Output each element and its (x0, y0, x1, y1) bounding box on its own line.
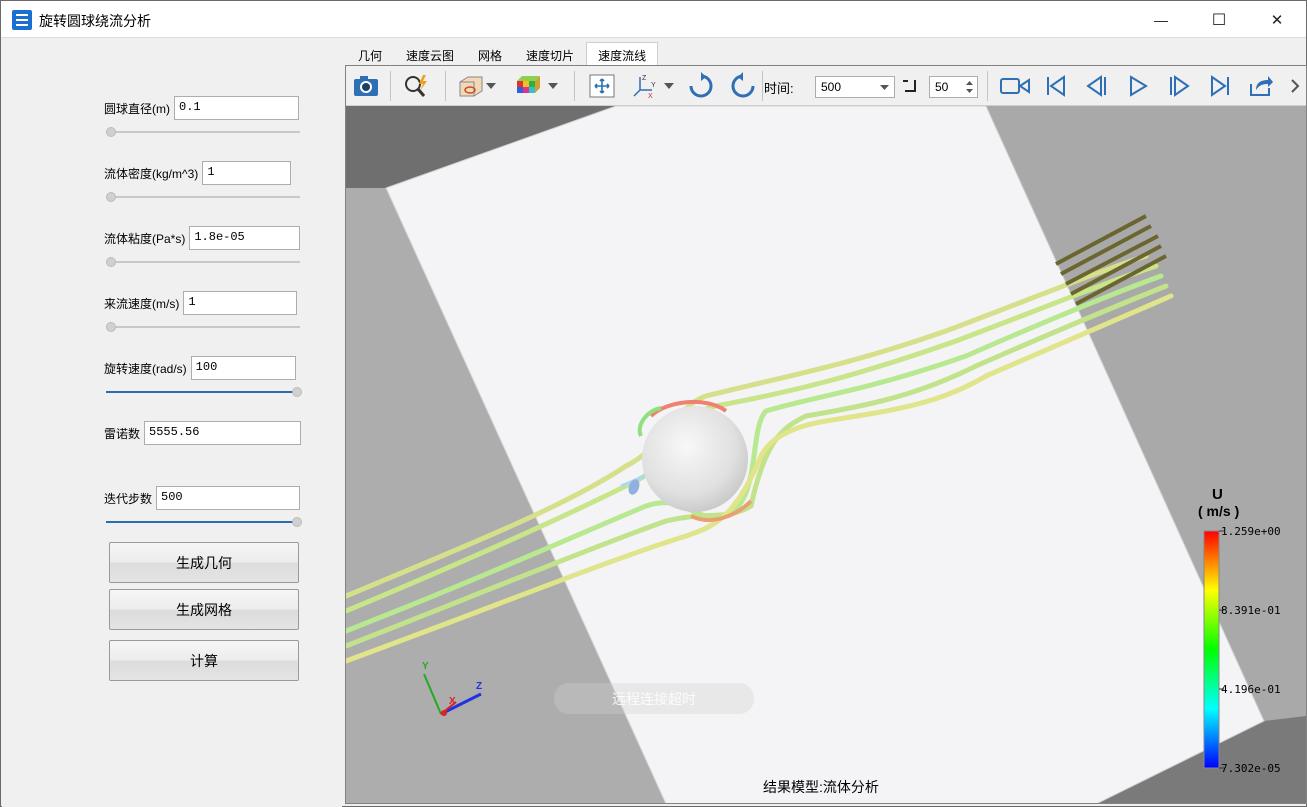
param-row-reynolds: 雷诺数 5555.56 (104, 421, 302, 445)
zoom-icon[interactable] (402, 72, 430, 100)
param-row-density: 流体密度(kg/m^3) 1 (104, 161, 292, 185)
maximize-button[interactable]: ☐ (1196, 1, 1242, 38)
last-frame-icon[interactable] (1206, 72, 1234, 100)
slider-thumb[interactable] (106, 127, 116, 137)
legend-tick: 8.391e-01 (1221, 604, 1281, 617)
legend-title: U (1212, 486, 1223, 503)
close-icon: ✕ (1270, 11, 1284, 29)
step-interval-icon (898, 72, 924, 100)
slider-thumb[interactable] (106, 192, 116, 202)
param-row-diameter: 圆球直径(m) 0.1 (104, 96, 299, 120)
connection-timeout-toast: 远程连接超时 (554, 683, 754, 714)
axes-dropdown-icon[interactable] (662, 72, 676, 100)
inflow-velocity-slider[interactable] (106, 322, 300, 332)
param-row-viscosity: 流体粘度(Pa*s) 1.8e-05 (104, 226, 301, 250)
result-model-caption: 结果模型:流体分析 (763, 779, 879, 795)
axis-x-label: X (449, 696, 456, 707)
view-box-dropdown-icon[interactable] (484, 72, 498, 100)
generate-geometry-button[interactable]: 生成几何 (109, 542, 299, 583)
legend-max: 1.259e+00 (1221, 525, 1281, 538)
color-dropdown-icon[interactable] (546, 72, 560, 100)
density-slider[interactable] (106, 192, 300, 202)
inflow-velocity-input[interactable]: 1 (183, 291, 298, 315)
param-label: 流体粘度(Pa*s) (104, 231, 186, 246)
render-view-panel: ZYX 时间: 500 50 U (m/s) 1.259e+00 8.391… (345, 65, 1307, 804)
diameter-slider[interactable] (106, 127, 300, 137)
parameter-panel: 圆球直径(m) 0.1 流体密度(kg/m^3) 1 流体粘度(Pa*s) 1.… (2, 39, 342, 807)
chevron-down-icon (880, 85, 889, 90)
svg-text:Z: Z (642, 75, 647, 82)
next-frame-icon[interactable] (1165, 72, 1193, 100)
fit-view-icon[interactable] (588, 72, 616, 100)
minimize-button[interactable]: — (1138, 1, 1184, 38)
step-spinbox-value: 50 (935, 80, 949, 94)
legend-min: 7.302e-05 (1221, 762, 1281, 775)
time-select[interactable]: 500 (815, 76, 895, 98)
rotate-ccw-icon[interactable] (729, 72, 757, 100)
export-icon[interactable] (1247, 72, 1275, 100)
param-label: 旋转速度(rad/s) (104, 361, 187, 376)
view-tabs: 几何 速度云图 网格 速度切片 速度流线 (346, 42, 659, 66)
toolbar-overflow-icon[interactable] (1286, 72, 1304, 100)
step-spinbox[interactable]: 50 (929, 76, 978, 98)
param-row-inflow: 来流速度(m/s) 1 (104, 291, 298, 315)
param-label: 雷诺数 (104, 426, 141, 441)
param-label: 流体密度(kg/m^3) (104, 166, 199, 181)
maximize-icon: ☐ (1211, 11, 1227, 29)
camera-icon[interactable] (352, 72, 380, 100)
legend-tick: 4.196e-01 (1221, 683, 1281, 696)
record-icon[interactable] (999, 72, 1031, 100)
time-select-value: 500 (821, 80, 842, 94)
legend-color-bar (1204, 531, 1219, 768)
param-label: 迭代步数 (104, 491, 153, 506)
iterations-input[interactable]: 500 (156, 486, 301, 510)
first-frame-icon[interactable] (1042, 72, 1070, 100)
legend-unit: ( m/s ) (1198, 503, 1240, 519)
title-bar: 旋转圆球绕流分析 — ☐ ✕ (1, 1, 1306, 38)
viscosity-slider[interactable] (106, 257, 300, 267)
slider-thumb[interactable] (292, 517, 302, 527)
tab-mesh[interactable]: 网格 (466, 42, 514, 66)
window-title: 旋转圆球绕流分析 (39, 13, 151, 29)
axis-y-label: Y (422, 661, 429, 672)
close-button[interactable]: ✕ (1254, 1, 1300, 38)
tab-velocity-contour[interactable]: 速度云图 (394, 42, 466, 66)
axes-orient-icon[interactable]: ZYX (630, 72, 658, 100)
slider-thumb[interactable] (292, 387, 302, 397)
color-cube-icon[interactable] (514, 72, 542, 100)
generate-mesh-button[interactable]: 生成网格 (109, 589, 299, 630)
diameter-input[interactable]: 0.1 (174, 96, 299, 120)
compute-button[interactable]: 计算 (109, 640, 299, 681)
prev-frame-icon[interactable] (1083, 72, 1111, 100)
viscosity-input[interactable]: 1.8e-05 (189, 226, 301, 250)
tab-geometry[interactable]: 几何 (346, 42, 394, 66)
param-row-iterations: 迭代步数 500 (104, 486, 301, 510)
rotation-speed-slider[interactable] (106, 387, 302, 397)
streamline-3d-viewport[interactable]: U ( m/s ) 1.259e+00 8.391e-01 4.196e-01 … (346, 106, 1306, 803)
rotating-sphere (642, 406, 748, 512)
param-row-rotation: 旋转速度(rad/s) 100 (104, 356, 296, 380)
reynolds-number-field[interactable]: 5555.56 (144, 421, 302, 445)
rotate-cw-icon[interactable] (687, 72, 715, 100)
svg-text:Y: Y (651, 82, 656, 89)
slider-thumb[interactable] (106, 257, 116, 267)
tab-velocity-slice[interactable]: 速度切片 (514, 42, 586, 66)
app-logo-icon (12, 10, 32, 30)
view-box-icon[interactable] (456, 72, 484, 100)
view-toolbar: ZYX 时间: 500 50 (346, 66, 1306, 106)
play-icon[interactable] (1124, 72, 1152, 100)
svg-text:X: X (648, 93, 653, 100)
rotation-speed-input[interactable]: 100 (190, 356, 296, 380)
minimize-icon: — (1154, 11, 1168, 28)
axis-z-label: Z (476, 681, 483, 692)
spin-arrows-icon[interactable] (966, 80, 973, 94)
slider-thumb[interactable] (106, 322, 116, 332)
param-label: 圆球直径(m) (104, 101, 170, 116)
app-window: 旋转圆球绕流分析 — ☐ ✕ 圆球直径(m) 0.1 流体密度(kg/m^3) … (0, 0, 1307, 807)
iterations-slider[interactable] (106, 517, 302, 527)
density-input[interactable]: 1 (202, 161, 292, 185)
tab-velocity-streamline[interactable]: 速度流线 (586, 42, 659, 66)
time-label: 时间: (764, 81, 794, 96)
param-label: 来流速度(m/s) (104, 296, 180, 311)
